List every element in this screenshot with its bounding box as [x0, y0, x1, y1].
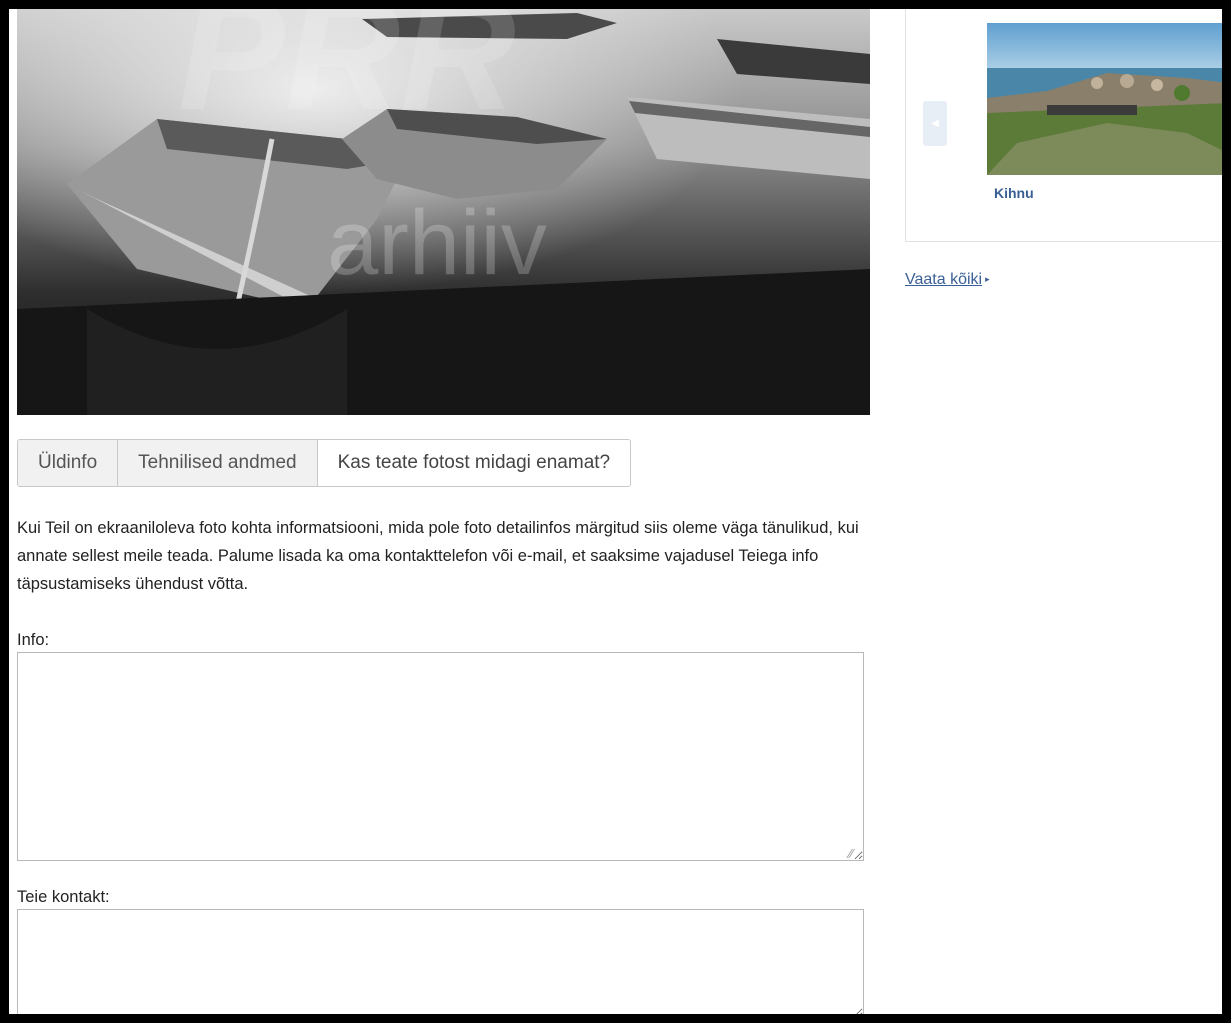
contact-label: Teie kontakt: [17, 888, 110, 906]
carousel-prev-button[interactable]: ◀ [923, 101, 947, 146]
info-textarea[interactable] [17, 652, 864, 861]
arrow-right-icon: ▸ [985, 274, 990, 285]
main-photo: PRR arhiiv [17, 9, 870, 415]
tab-uldinfo[interactable]: Üldinfo [18, 440, 119, 486]
form-intro-text: Kui Teil on ekraaniloleva foto kohta inf… [17, 519, 859, 593]
tab-tehnilised-andmed[interactable]: Tehnilised andmed [118, 440, 318, 486]
see-all-link: Vaata kõiki ▸ [905, 271, 990, 289]
svg-text:PRR: PRR [178, 9, 516, 143]
contact-textarea[interactable] [17, 909, 864, 1014]
thumbnail-caption[interactable]: Kihnu [994, 185, 1034, 201]
photo-tabs: Üldinfo Tehnilised andmed Kas teate foto… [17, 439, 632, 487]
resize-grip-icon[interactable]: ⁄⁄ [849, 847, 853, 860]
tab-kas-teate-fotost[interactable]: Kas teate fotost midagi enamat? [317, 440, 631, 486]
chevron-left-icon: ◀ [931, 118, 939, 129]
info-label: Info: [17, 631, 50, 649]
photo-watermark: arhiiv [327, 192, 547, 294]
carousel-thumbnail[interactable] [987, 23, 1222, 175]
page: PRR arhiiv Üldinfo Tehnilised andmed Kas… [9, 9, 1222, 1014]
see-all-anchor[interactable]: Vaata kõiki [905, 271, 982, 288]
